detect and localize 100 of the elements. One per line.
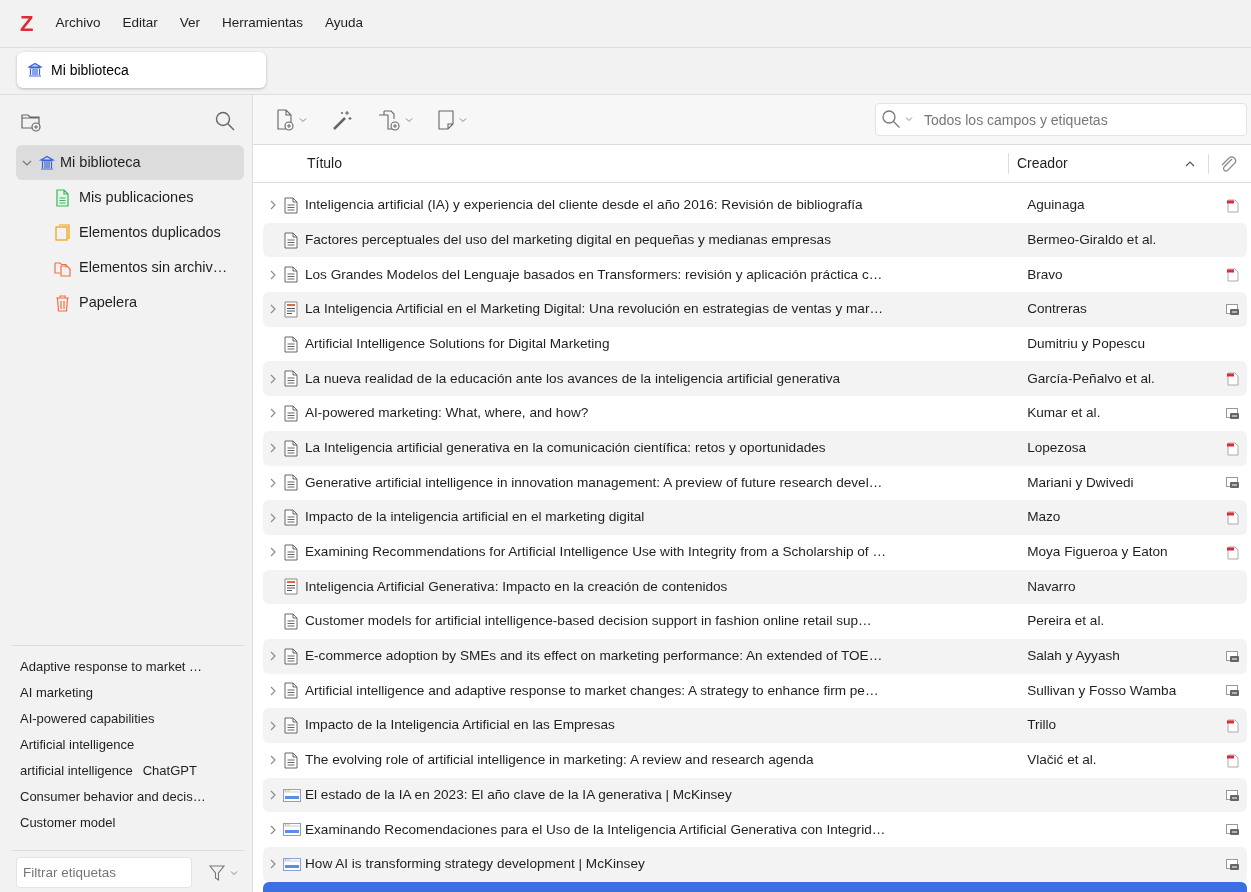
webpage-icon <box>283 786 301 804</box>
item-title: The evolving role of artificial intelligence in marketing: A review and research agenda <box>305 752 814 768</box>
collection-item[interactable]: Mi biblioteca <box>16 145 244 180</box>
item-title: Artificial Intelligence Solutions for Digital Marketing <box>305 335 610 351</box>
library-icon <box>38 153 56 172</box>
item-row[interactable]: The evolving role of artificial intelligence in marketing: A review and research agenda Vlačić et al. <box>263 743 1247 778</box>
tag[interactable]: ChatGPT <box>142 758 197 784</box>
document-plus-icon <box>275 108 295 131</box>
item-creator: Mazo <box>1027 509 1061 525</box>
menu-item[interactable]: Editar <box>122 13 158 34</box>
item-row[interactable]: Impacto de la Inteligencia Artificial en las Empresas Trillo <box>263 708 1247 743</box>
menu-item[interactable]: Ver <box>179 13 200 34</box>
document-icon <box>54 188 71 207</box>
filter-tags-field[interactable]: Filtrar etiquetas <box>16 857 192 888</box>
pdf-icon <box>1224 544 1240 560</box>
item-row[interactable]: AI-powered marketing: What, where, and how? Kumar et al. <box>263 396 1247 431</box>
collection-item[interactable]: Elementos duplicados <box>16 215 244 250</box>
webpage-icon <box>283 821 301 839</box>
tag[interactable]: Customer model <box>20 810 116 836</box>
item-row[interactable]: Customer models for artificial intelligence-based decision support in fashion online retail sup… Pereira et al. <box>263 604 1247 639</box>
item-row[interactable]: How AI is transforming strategy development | McKinsey <box>263 847 1247 882</box>
item-creator: Mariani y Dwivedi <box>1027 474 1134 490</box>
document-icon <box>283 196 301 214</box>
item-row[interactable]: Artificial Intelligence Solutions for Digital Marketing Dumitriu y Popescu <box>263 326 1247 362</box>
item-title: How AI is transforming strategy development | McKinsey <box>305 856 645 872</box>
search-icon <box>881 109 901 129</box>
search-mode-button[interactable] <box>881 109 913 129</box>
item-title: Examinando Recomendaciones para el Uso de la Inteligencia Artificial Generativa con Integrid… <box>305 821 886 837</box>
tag[interactable]: artificial intelligence <box>20 758 133 784</box>
pdf-icon <box>1224 718 1240 734</box>
menu-item[interactable]: Herramientas <box>222 13 304 34</box>
item-creator: Dumitriu y Popescu <box>1027 335 1145 351</box>
report-icon <box>283 300 301 318</box>
item-title: La Inteligencia artificial generativa en la comunicación científica: retos y oportunidades <box>305 439 826 455</box>
item-row[interactable]: Factores perceptuales del uso del marketing digital en pequeñas y medianas empresas Bermeo-Giraldo et al. <box>263 222 1247 258</box>
tag[interactable]: AI-powered capabilities <box>20 706 155 732</box>
item-creator: Aguinaga <box>1027 197 1085 213</box>
report-icon <box>283 578 301 596</box>
column-header[interactable]: Título <box>253 153 1008 174</box>
collection-item[interactable]: Mis publicaciones <box>16 180 244 215</box>
menu-item[interactable]: Ayuda <box>325 13 364 34</box>
pdf-icon <box>1224 267 1240 283</box>
library-icon <box>27 62 43 78</box>
item-title: Factores perceptuales del uso del marketing digital en pequeñas y medianas empresas <box>305 231 831 247</box>
item-title: La nueva realidad de la educación ante los avances de la inteligencia artificial generativa <box>305 370 841 386</box>
item-title: Impacto de la Inteligencia Artificial en las Empresas <box>305 717 615 733</box>
item-title: Generative artificial intelligence in innovation management: A preview of future research devel… <box>305 474 883 490</box>
item-creator: Lopezosa <box>1027 439 1087 455</box>
snapshot-icon <box>1224 301 1240 317</box>
item-row[interactable]: Impacto de la inteligencia artificial en el marketing digital Mazo <box>263 500 1247 535</box>
document-icon <box>283 751 301 769</box>
item-row[interactable]: La nueva realidad de la educación ante los avances de la inteligencia artificial generativa García-Peñalvo et al. <box>263 361 1247 397</box>
item-row[interactable]: El estado de la IA en 2023: El año clave de la IA generativa | McKinsey <box>263 777 1247 813</box>
search-field[interactable]: Todos los campos y etiquetas <box>875 103 1247 136</box>
document-icon <box>283 231 301 249</box>
collection-item[interactable]: Papelera <box>16 285 244 320</box>
item-creator: Pereira et al. <box>1027 613 1105 629</box>
item-row[interactable]: Los Grandes Modelos del Lenguaje basados en Transformers: revisión y aplicación práctica c… Bravo <box>263 257 1247 293</box>
filter-icon <box>208 863 226 882</box>
item-creator: Sullivan y Fosso Wamba <box>1027 682 1177 698</box>
document-icon <box>283 474 301 492</box>
item-creator: Kumar et al. <box>1027 405 1101 421</box>
library-tab[interactable]: Mi biblioteca <box>17 52 266 88</box>
document-icon <box>283 682 301 700</box>
item-title: Customer models for artificial intelligence-based decision support in fashion online retail sup… <box>305 613 872 629</box>
item-row[interactable]: Examining Recommendations for Artificial Intelligence Use with Integrity from a Scholarship of … Moya Figueroa y Eaton <box>263 534 1247 570</box>
document-icon <box>283 335 301 353</box>
item-row[interactable]: Generative artificial intelligence in innovation management: A preview of future research devel… Mariani y Dwivedi <box>263 465 1247 501</box>
item-title: Examining Recommendations for Artificial Intelligence Use with Integrity from a Scholarship of … <box>305 544 886 559</box>
tag-filter-button[interactable] <box>208 863 238 882</box>
caret-icon <box>459 115 467 124</box>
item-row[interactable]: Inteligencia artificial (IA) y experiencia del cliente desde el año 2016: Revisión de bibliografía Aguinaga <box>263 188 1247 223</box>
tag[interactable]: Artificial intelligence <box>20 732 135 758</box>
tag[interactable]: AI marketing <box>20 680 93 706</box>
item-creator: Salah y Ayyash <box>1027 648 1120 664</box>
item-creator: Contreras <box>1027 301 1087 317</box>
item-creator: Navarro <box>1027 578 1076 594</box>
item-row[interactable]: La Inteligencia Artificial en el Marketing Digital: Una revolución en estrategias de ventas y mar… Contreras <box>263 292 1247 327</box>
item-row[interactable]: Artificial intelligence and adaptive response to market changes: A strategy to enhance firm pe… Sullivan y Fosso Wamba <box>263 673 1247 709</box>
trash-icon <box>54 293 71 312</box>
item-row[interactable]: La Inteligencia artificial generativa en la comunicación científica: retos y oportunidades Lopezosa <box>263 430 1247 466</box>
item-creator: García-Peñalvo et al. <box>1027 370 1155 386</box>
item-title: AI-powered marketing: What, where, and how? <box>305 405 589 421</box>
item-row[interactable]: Inteligencia Artificial Generativa: Impacto en la creación de contenidos Navarro <box>263 569 1247 605</box>
pdf-icon <box>1224 371 1240 387</box>
menu-item[interactable]: Archivo <box>55 13 101 34</box>
document-icon <box>283 647 301 665</box>
pdf-icon <box>1224 440 1240 456</box>
column-header[interactable]: Creador <box>1008 153 1208 174</box>
document-icon <box>283 439 301 457</box>
item-row[interactable]: E-commerce adoption by SMEs and its effect on marketing performance: An extended of TOE… Salah y Ayyash <box>263 638 1247 674</box>
document-icon <box>283 266 301 284</box>
snapshot-icon <box>1224 856 1240 872</box>
snapshot-icon <box>1224 683 1240 699</box>
tag[interactable]: Adaptive response to market … <box>20 654 203 680</box>
collection-item[interactable]: Elementos sin archiv… <box>16 250 244 285</box>
document-icon <box>283 543 301 561</box>
item-row[interactable]: Examinando Recomendaciones para el Uso de la Inteligencia Artificial Generativa con Integrid… <box>263 812 1247 848</box>
note-icon <box>437 108 455 131</box>
tag[interactable]: Consumer behavior and decis… <box>20 784 206 810</box>
